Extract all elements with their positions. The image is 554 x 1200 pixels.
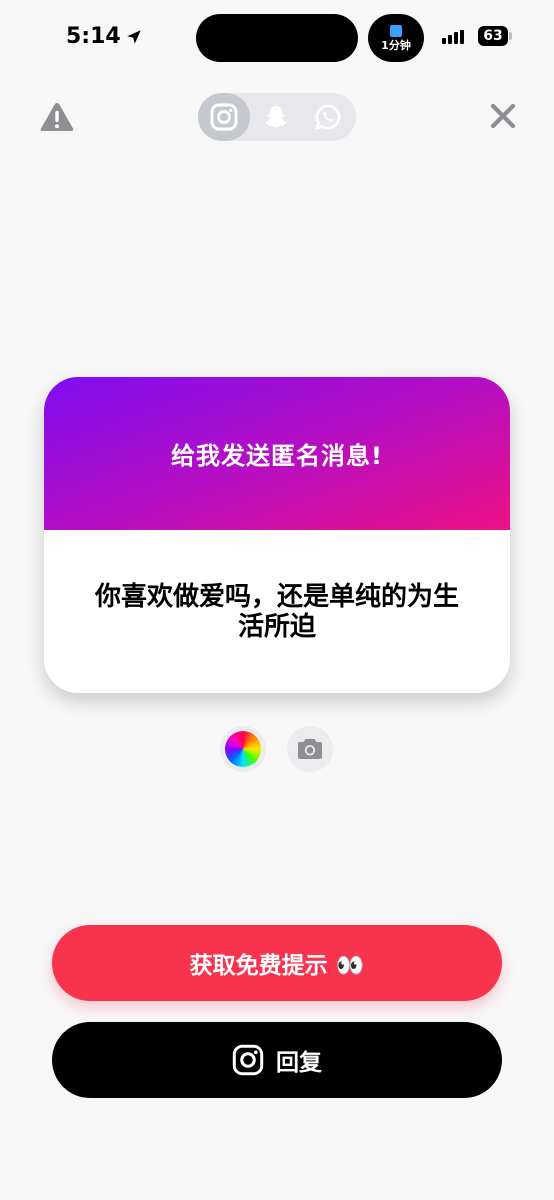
camera-button[interactable] <box>287 726 333 772</box>
color-picker-button[interactable] <box>220 726 266 772</box>
status-time: 5:14 <box>66 24 143 49</box>
share-platform-selector <box>198 93 356 141</box>
telegram-icon <box>390 24 402 37</box>
warning-icon <box>40 103 74 131</box>
instagram-icon <box>210 103 238 131</box>
snapchat-icon <box>265 106 287 128</box>
status-time-text: 5:14 <box>66 24 121 49</box>
card-header: 给我发送匿名消息! <box>44 377 510 530</box>
report-button[interactable] <box>38 98 76 136</box>
camera-icon <box>298 739 322 759</box>
tab-whatsapp[interactable] <box>302 93 354 141</box>
signal-icon <box>442 30 464 44</box>
color-wheel-icon <box>225 731 261 767</box>
whatsapp-icon <box>315 104 341 130</box>
reply-button-label: 回复 <box>276 1050 322 1076</box>
card-message: 你喜欢做爱吗，还是单纯的为生活所迫 <box>94 581 459 642</box>
tab-instagram[interactable] <box>198 93 250 141</box>
card-body: 你喜欢做爱吗，还是单纯的为生活所迫 <box>44 530 510 693</box>
reply-button[interactable]: 回复 <box>52 1022 502 1098</box>
message-card: 给我发送匿名消息! 你喜欢做爱吗，还是单纯的为生活所迫 <box>44 377 510 693</box>
instagram-icon <box>232 1044 264 1076</box>
battery-indicator: 63 <box>478 26 512 46</box>
tab-snapchat[interactable] <box>250 93 302 141</box>
battery-level: 63 <box>483 28 503 44</box>
get-free-hint-button[interactable]: 获取免费提示 👀 <box>52 925 502 1001</box>
hint-button-label: 获取免费提示 👀 <box>189 953 365 979</box>
card-title: 给我发送匿名消息! <box>171 442 383 470</box>
close-icon <box>490 103 516 129</box>
live-activity-text: 1分钟 <box>381 38 411 52</box>
location-arrow-icon <box>126 29 141 44</box>
close-button[interactable] <box>484 97 522 135</box>
live-activity-pill[interactable]: 1分钟 <box>368 14 424 62</box>
status-bar: 5:14 1分钟 63 <box>0 0 554 80</box>
dynamic-island <box>196 14 358 62</box>
